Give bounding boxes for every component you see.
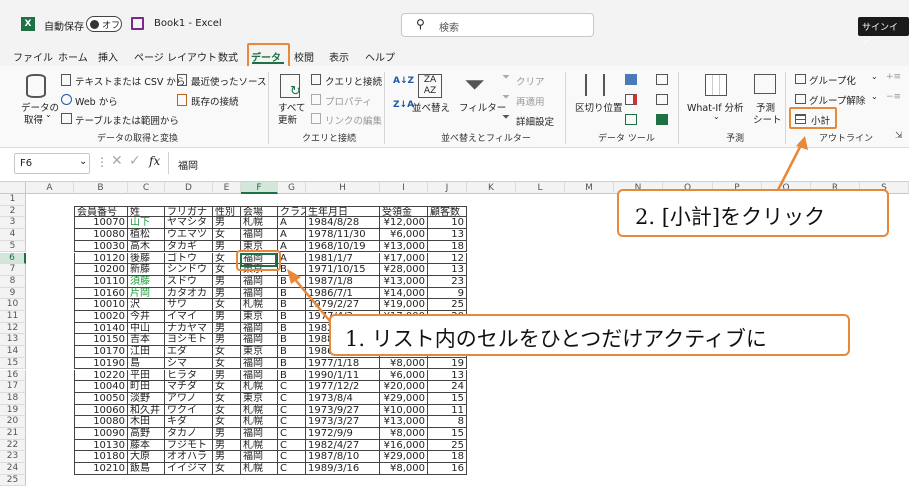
callout-arrows — [287, 136, 808, 327]
callout-step2-text: 2. [小計]をクリック — [635, 205, 826, 229]
callout-step2: 2. [小計]をクリック — [617, 189, 889, 237]
callout-step1-text: 1. リスト内のセルをひとつだけアクティブに — [345, 327, 767, 351]
callout-step1: 1. リスト内のセルをひとつだけアクティブに — [329, 314, 850, 356]
